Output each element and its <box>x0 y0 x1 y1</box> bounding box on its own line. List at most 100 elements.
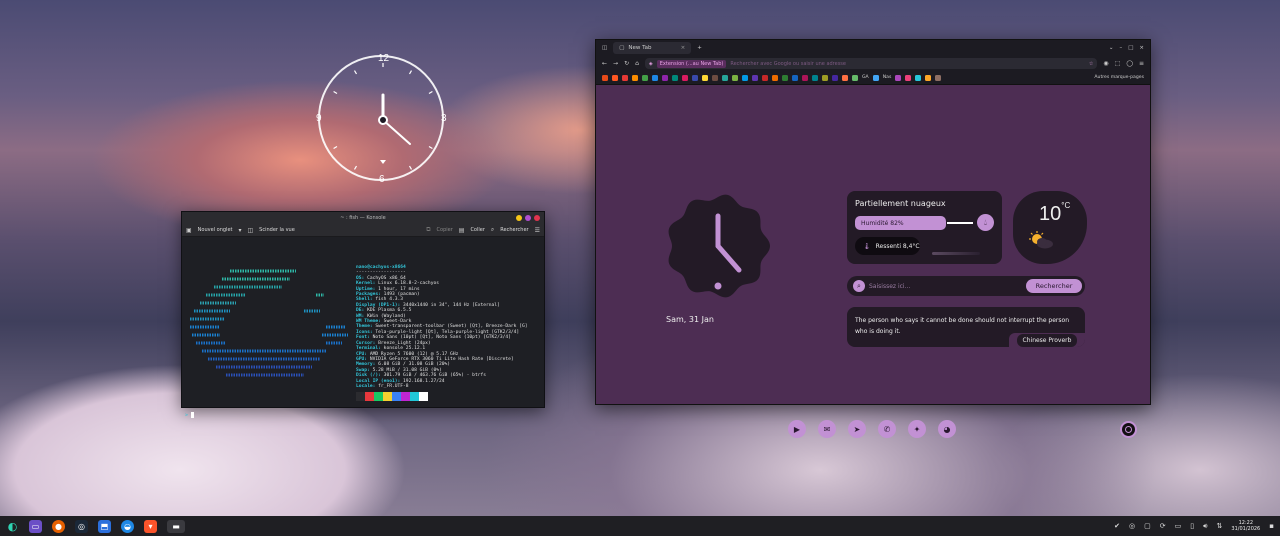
split-view-button[interactable]: Scinder la vue <box>259 227 295 233</box>
bookmark-favicon-icon[interactable] <box>612 74 618 81</box>
steam-tray-icon[interactable]: ◎ <box>1129 522 1135 530</box>
app-launcher-icon[interactable]: ◐ <box>6 520 19 533</box>
bookmark-favicon-icon[interactable] <box>905 74 912 81</box>
bookmark-favicon-icon[interactable] <box>852 74 858 81</box>
tab-new-tab[interactable]: ▢ New Tab × <box>613 42 692 54</box>
star-icon[interactable]: ☆ <box>1089 61 1093 67</box>
bookmark-favicon-icon[interactable] <box>682 74 688 81</box>
close-icon[interactable]: × <box>1139 45 1144 51</box>
telegram-icon[interactable]: ➤ <box>848 420 866 438</box>
file-manager-icon[interactable]: ▭ <box>29 519 42 533</box>
bookmark-favicon-icon[interactable] <box>782 74 788 81</box>
home-icon[interactable]: ⌂ <box>635 60 639 67</box>
chevron-down-icon[interactable]: ⌄ <box>1109 45 1114 51</box>
display-icon[interactable]: ▭ <box>1175 522 1182 530</box>
minimize-button[interactable] <box>516 215 522 221</box>
bookmark-favicon-icon[interactable] <box>692 74 698 81</box>
bookmark-favicon-icon[interactable] <box>832 74 838 81</box>
pocket-icon[interactable]: ◉ <box>1103 60 1108 67</box>
network-icon[interactable]: ⇅ <box>1217 522 1223 530</box>
whatsapp-icon[interactable]: ✆ <box>878 420 896 438</box>
twitter-icon[interactable]: ✦ <box>908 420 926 438</box>
bookmark-favicon-icon[interactable] <box>652 74 658 81</box>
bookmark-favicon-icon[interactable] <box>642 74 648 81</box>
volume-icon[interactable]: 🔊︎ <box>1203 522 1207 531</box>
minimize-icon[interactable]: – <box>1119 45 1122 51</box>
search-button[interactable]: Rechercher <box>500 227 528 233</box>
discord-icon[interactable]: ◕ <box>938 420 956 438</box>
firefox-icon[interactable]: ● <box>52 519 65 533</box>
bookmark-favicon-icon[interactable] <box>935 74 942 81</box>
close-tab-icon[interactable]: × <box>681 45 686 51</box>
other-bookmarks[interactable]: Autres marque-pages <box>1094 75 1144 80</box>
search-button[interactable]: Rechercher <box>1026 279 1082 293</box>
new-tab-plus-icon[interactable]: + <box>697 45 702 51</box>
chevron-down-icon[interactable]: ▾ <box>238 227 241 234</box>
shield-icon[interactable]: ◈ <box>649 61 653 67</box>
bookmark-favicon-icon[interactable] <box>662 74 668 81</box>
show-desktop-icon[interactable]: ▪ <box>1269 522 1274 530</box>
bookmark-favicon-icon[interactable] <box>915 74 922 81</box>
phone-icon[interactable]: ▯ <box>1190 522 1194 530</box>
browser-window[interactable]: ◫ ▢ New Tab × + ⌄ – □ × ← → ↻ ⌂ ◈ Extens… <box>595 39 1151 438</box>
shell-prompt[interactable]: > <box>185 412 195 419</box>
konsole-titlebar[interactable]: ~ : fish — Konsole <box>182 212 544 224</box>
bookmark-favicon-icon[interactable] <box>762 74 768 81</box>
konsole-task-icon[interactable]: ▬ <box>167 519 185 533</box>
bookmark-nas[interactable]: Nas <box>883 75 892 80</box>
temperature-card: 10°C <box>1013 191 1087 264</box>
brave-icon[interactable]: ▾ <box>144 519 157 533</box>
bookmarks-bar: GA Nas Autres marque-pages <box>596 71 1150 85</box>
steam-icon[interactable]: ◎ <box>75 519 88 533</box>
bookmark-favicon-icon[interactable] <box>872 74 879 81</box>
youtube-icon[interactable]: ▶ <box>788 420 806 438</box>
bookmark-favicon-icon[interactable] <box>842 74 848 81</box>
taskbar-clock[interactable]: 12:22 31/01/2026 <box>1231 520 1260 532</box>
bookmark-favicon-icon[interactable] <box>792 74 798 81</box>
settings-icon[interactable] <box>1120 421 1137 438</box>
bookmark-favicon-icon[interactable] <box>895 74 902 81</box>
bookmark-favicon-icon[interactable] <box>772 74 778 81</box>
konsole-window[interactable]: ~ : fish — Konsole ▣ Nouvel onglet ▾ ◫ S… <box>181 211 545 418</box>
bookmark-favicon-icon[interactable] <box>822 74 828 81</box>
maximize-button[interactable] <box>525 215 531 221</box>
copy-button[interactable]: Copier <box>437 227 453 233</box>
bookmark-favicon-icon[interactable] <box>742 74 748 81</box>
bookmark-favicon-icon[interactable] <box>672 74 678 81</box>
store-icon[interactable]: ⬒ <box>98 519 111 533</box>
address-bar[interactable]: ◈ Extension (...au New Tab) Rechercher a… <box>644 58 1098 69</box>
search-input[interactable] <box>869 281 1019 291</box>
web-browser-icon[interactable]: ◒ <box>121 519 134 533</box>
reload-icon[interactable]: ↻ <box>624 60 629 67</box>
updates-icon[interactable]: ⟳ <box>1160 522 1166 530</box>
bookmark-favicon-icon[interactable] <box>732 74 738 81</box>
bookmark-favicon-icon[interactable] <box>602 74 608 81</box>
bookmark-favicon-icon[interactable] <box>702 74 708 81</box>
email-icon[interactable]: ✉ <box>818 420 836 438</box>
forward-arrow-icon[interactable]: → <box>613 60 618 67</box>
paste-button[interactable]: Coller <box>470 227 484 233</box>
new-tab-button[interactable]: Nouvel onglet <box>198 227 233 233</box>
bookmark-favicon-icon[interactable] <box>712 74 718 81</box>
maximize-icon[interactable]: □ <box>1128 45 1133 51</box>
bookmark-favicon-icon[interactable] <box>812 74 818 81</box>
tab-overview-icon[interactable]: ◫ <box>602 45 607 51</box>
bookmark-favicon-icon[interactable] <box>622 74 628 81</box>
close-button[interactable] <box>534 215 540 221</box>
taskbar-date: 31/01/2026 <box>1231 526 1261 532</box>
bookmark-favicon-icon[interactable] <box>925 74 932 81</box>
menu-icon[interactable]: ≡ <box>1139 60 1144 67</box>
bookmark-favicon-icon[interactable] <box>802 74 808 81</box>
check-icon[interactable]: ✔ <box>1114 522 1120 530</box>
extension-pill[interactable]: Extension (...au New Tab) <box>656 59 727 68</box>
back-arrow-icon[interactable]: ← <box>602 60 607 67</box>
extensions-icon[interactable]: ⬚ <box>1115 60 1121 67</box>
hamburger-menu-icon[interactable]: ☰ <box>535 227 540 234</box>
terminal-output[interactable]: nano@cachyos-x8664 ------------------ OS… <box>182 237 544 418</box>
bookmark-favicon-icon[interactable] <box>752 74 758 81</box>
clipboard-icon[interactable]: ▢ <box>1144 522 1151 530</box>
account-icon[interactable]: ◯ <box>1126 60 1133 67</box>
bookmark-favicon-icon[interactable] <box>722 74 728 81</box>
bookmark-ga[interactable]: GA <box>862 75 869 80</box>
bookmark-favicon-icon[interactable] <box>632 74 638 81</box>
